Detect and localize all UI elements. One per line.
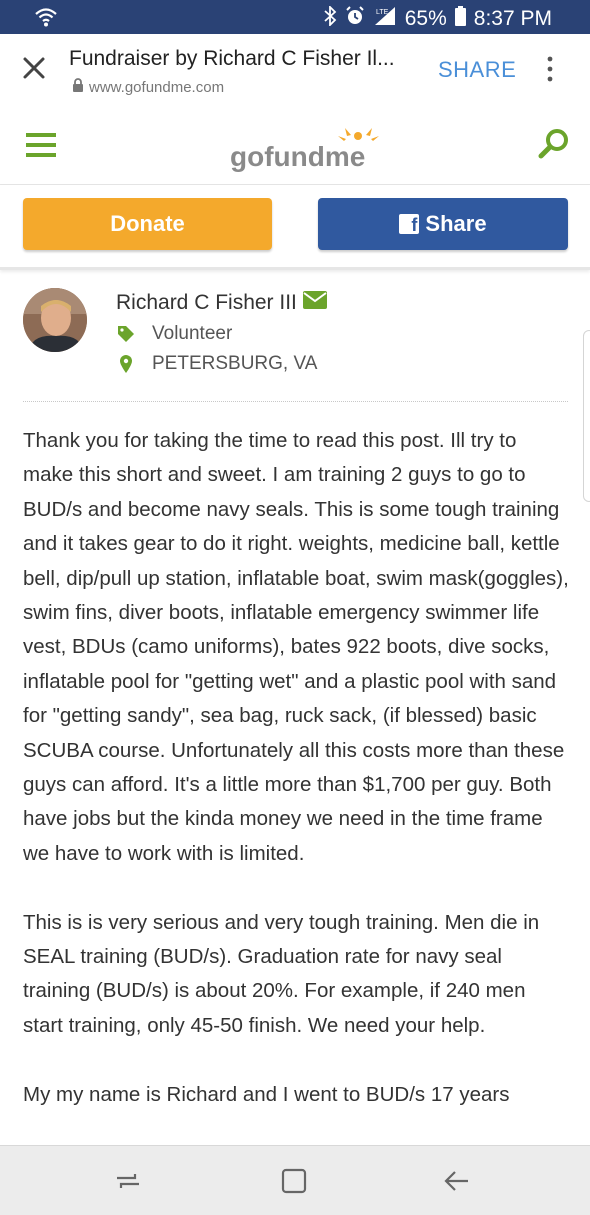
facebook-icon: f: [399, 214, 420, 234]
scroll-indicator: [583, 330, 590, 502]
page-url: www.gofundme.com: [72, 78, 224, 96]
share-link[interactable]: SHARE: [438, 57, 516, 83]
back-icon[interactable]: [442, 1166, 472, 1196]
recent-apps-icon[interactable]: [113, 1166, 143, 1196]
action-bar: Donate f Share: [0, 185, 590, 270]
system-nav-bar: [0, 1145, 590, 1215]
envelope-icon[interactable]: [302, 291, 327, 315]
alarm-icon: [345, 6, 365, 32]
search-icon[interactable]: [536, 126, 572, 162]
page-title: Fundraiser by Richard C Fisher Il...: [69, 47, 395, 70]
svg-text:gofundme: gofundme: [230, 141, 365, 172]
story-paragraph: Thank you for taking the time to read th…: [23, 429, 569, 865]
battery-icon: [454, 6, 466, 32]
organizer-name: Richard C Fisher III: [116, 291, 327, 315]
url-text: www.gofundme.com: [89, 78, 225, 96]
story-paragraph: My my name is Richard and I went to BUD/…: [23, 1082, 510, 1106]
organizer-name-text[interactable]: Richard C Fisher III: [116, 291, 297, 315]
tag-icon: [116, 324, 136, 344]
signal-icon: LTE: [373, 6, 397, 32]
home-icon[interactable]: [279, 1166, 309, 1196]
close-icon[interactable]: [20, 54, 48, 82]
more-options-icon[interactable]: [545, 54, 555, 84]
browser-toolbar: Fundraiser by Richard C Fisher Il... www…: [0, 34, 590, 105]
organizer-role-row: Volunteer: [116, 323, 232, 345]
gofundme-logo[interactable]: gofundme: [230, 122, 390, 172]
wifi-icon: [34, 6, 58, 34]
status-bar: LTE 65% 8:37 PM: [0, 0, 590, 34]
donate-button[interactable]: Donate: [23, 198, 272, 250]
map-pin-icon: [116, 354, 136, 374]
bluetooth-icon: [323, 4, 337, 32]
menu-icon[interactable]: [26, 131, 56, 159]
story-paragraph: This is is very serious and very tough t…: [23, 910, 540, 1037]
lock-icon: [72, 78, 84, 96]
site-header: gofundme: [0, 104, 590, 185]
story-body: Thank you for taking the time to read th…: [23, 424, 571, 1146]
organizer-location: PETERSBURG, VA: [152, 353, 318, 374]
battery-percent: 65%: [404, 7, 447, 30]
organizer-role: Volunteer: [152, 323, 233, 344]
facebook-share-button[interactable]: f Share: [318, 198, 568, 250]
organizer-location-row: PETERSBURG, VA: [116, 353, 317, 375]
clock-time: 8:37 PM: [473, 7, 552, 30]
share-label: Share: [425, 211, 487, 236]
svg-text:LTE: LTE: [376, 9, 389, 16]
avatar[interactable]: [23, 288, 87, 352]
donate-label: Donate: [110, 211, 185, 236]
divider: [23, 401, 568, 402]
